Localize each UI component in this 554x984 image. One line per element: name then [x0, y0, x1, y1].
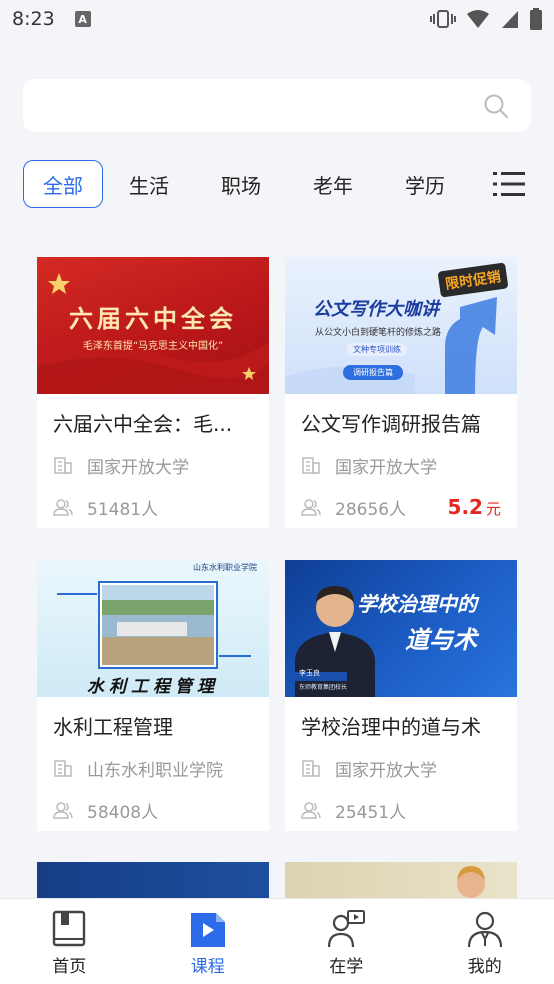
search-bar[interactable]	[23, 79, 531, 132]
status-time: 8:23	[12, 8, 55, 30]
users-icon	[53, 499, 73, 516]
nav-label: 我的	[467, 957, 502, 977]
users-icon	[301, 802, 321, 819]
course-title: 六届六中全会：毛...	[53, 412, 233, 436]
notification-icon: A	[74, 11, 91, 27]
tab-all[interactable]: 全部	[23, 160, 103, 208]
lecturer-name: 李玉良	[299, 669, 320, 677]
course-students: 58408人	[87, 802, 159, 823]
course-school: 国家开放大学	[87, 457, 189, 478]
nav-label: 在学	[329, 957, 364, 977]
course-thumbnail: 限时促销 公文写作大咖讲 从公文小白到硬笔杆的修炼之路 文种专项训练 调研报告篇	[285, 257, 517, 394]
nav-profile[interactable]: 我的	[416, 899, 554, 984]
course-title: 学校治理中的道与术	[301, 715, 481, 739]
building-icon	[54, 457, 72, 474]
battery-icon	[530, 8, 542, 30]
search-icon[interactable]	[483, 93, 509, 119]
course-thumbnail: 李玉良 东师教育集团校长 学校治理中的 道与术	[285, 560, 517, 697]
signal-icon	[502, 11, 518, 28]
course-card-partial[interactable]	[37, 862, 269, 902]
course-school: 山东水利职业学院	[87, 760, 223, 781]
lecturer-role: 东师教育集团校长	[299, 684, 348, 691]
vibrate-icon	[430, 10, 456, 28]
course-students: 25451人	[335, 802, 407, 823]
course-thumbnail: 六届六中全会 毛泽东首提“马克思主义中国化”	[37, 257, 269, 394]
tab-workplace[interactable]: 职场	[195, 160, 287, 208]
course-title: 水利工程管理	[53, 715, 173, 739]
course-card-partial[interactable]	[285, 862, 517, 902]
thumbnail-headline: 公文写作大咖讲	[313, 299, 439, 320]
course-students: 28656人	[335, 499, 407, 520]
category-tabs: 全部 生活 职场 老年 学历	[23, 160, 531, 208]
building-icon	[302, 457, 320, 474]
profile-icon	[467, 911, 502, 948]
learning-user-icon	[328, 910, 366, 948]
users-icon	[53, 802, 73, 819]
bottom-navigation: 首页 课程 在学 我的	[0, 898, 554, 984]
status-bar: 8:23 A	[0, 0, 554, 38]
course-school: 国家开放大学	[335, 457, 437, 478]
building-icon	[302, 760, 320, 777]
thumbnail-subtitle: 毛泽东首提“马克思主义中国化”	[82, 341, 224, 352]
course-card[interactable]: 山东水利职业学院 水利工程管理 水利工程管理 山东水利职业学院 58408人	[37, 560, 269, 831]
tab-life[interactable]: 生活	[103, 160, 195, 208]
nav-courses[interactable]: 课程	[139, 899, 278, 984]
thumbnail-headline: 水利工程管理	[87, 677, 219, 697]
building-icon	[54, 760, 72, 777]
thumbnail-tag: 文种专项训练	[347, 343, 407, 356]
thumbnail-headline-2: 道与术	[405, 626, 477, 654]
nav-learning[interactable]: 在学	[277, 899, 416, 984]
price-unit: 元	[485, 500, 501, 518]
course-school: 国家开放大学	[335, 760, 437, 781]
nav-label: 课程	[190, 957, 225, 977]
thumbnail-headline: 学校治理中的	[357, 592, 477, 616]
thumbnail-headline: 六届六中全会	[69, 304, 237, 333]
users-icon	[301, 499, 321, 516]
thumbnail-tag: 调研报告篇	[343, 365, 403, 380]
course-card[interactable]: 六届六中全会 毛泽东首提“马克思主义中国化” 六届六中全会：毛... 国家开放大…	[37, 257, 269, 528]
wifi-icon	[467, 10, 489, 28]
nav-home[interactable]: 首页	[0, 899, 139, 984]
course-price: 5.2 元	[448, 495, 501, 519]
thumbnail-partial-icon	[457, 866, 485, 898]
course-students: 51481人	[87, 499, 159, 520]
book-icon	[53, 910, 86, 947]
play-file-icon	[190, 913, 225, 947]
course-thumbnail: 山东水利职业学院 水利工程管理	[37, 560, 269, 697]
tab-degree[interactable]: 学历	[379, 160, 471, 208]
thumbnail-subtitle: 从公文小白到硬笔杆的修炼之路	[315, 328, 442, 338]
tab-elderly[interactable]: 老年	[287, 160, 379, 208]
course-card[interactable]: 限时促销 公文写作大咖讲 从公文小白到硬笔杆的修炼之路 文种专项训练 调研报告篇…	[285, 257, 517, 528]
course-title: 公文写作调研报告篇	[301, 412, 481, 436]
nav-label: 首页	[52, 957, 87, 977]
course-card[interactable]: 李玉良 东师教育集团校长 学校治理中的 道与术 学校治理中的道与术 国家开放大学…	[285, 560, 517, 831]
price-value: 5.2	[447, 495, 483, 519]
category-menu-icon[interactable]	[493, 170, 525, 198]
